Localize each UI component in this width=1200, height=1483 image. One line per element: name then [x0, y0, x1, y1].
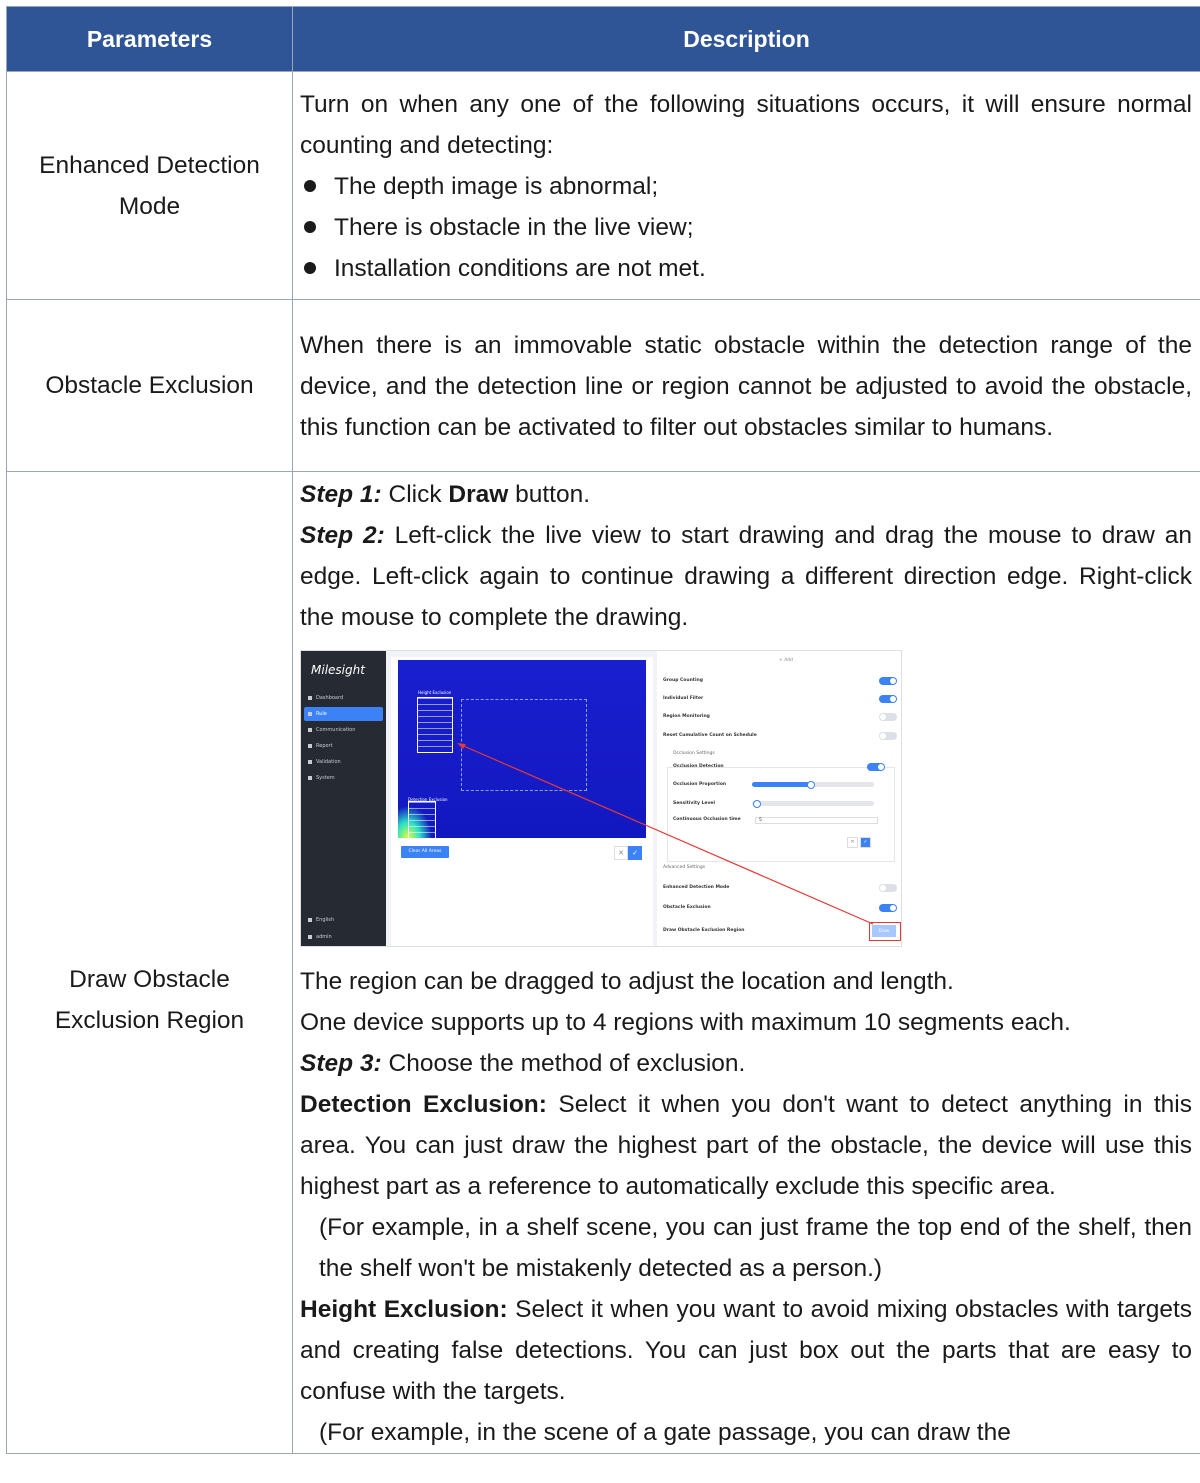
description-cell: Turn on when any one of the following si…: [292, 71, 1200, 300]
support-note: One device supports up to 4 regions with…: [300, 1009, 1071, 1036]
list-item: There is obstacle in the live view;: [300, 207, 1192, 248]
list-item: Installation conditions are not met.: [300, 248, 1192, 289]
step2: Step 2: Left-click the live view to star…: [300, 522, 1192, 631]
description-cell: When there is an immovable static obstac…: [292, 299, 1200, 472]
list-item: The depth image is abnormal;: [300, 166, 1192, 207]
bullet-list: The depth image is abnormal; There is ob…: [300, 166, 1192, 289]
bullet-icon: [304, 221, 316, 233]
description-cell: Step 1: Click Draw button. Step 2: Left-…: [292, 471, 1200, 1454]
header-parameters: Parameters: [6, 6, 293, 72]
param-line: Exclusion Region: [54, 1007, 245, 1034]
param-line: Mode: [118, 192, 181, 220]
param-line: Obstacle Exclusion: [45, 372, 254, 399]
drag-note: The region can be dragged to adjust the …: [300, 968, 954, 995]
header-description: Description: [292, 6, 1200, 72]
step1: Step 1: Click Draw button.: [300, 481, 591, 508]
bullet-icon: [304, 180, 316, 192]
parameter-table: Parameters Description Enhanced Detectio…: [6, 6, 1200, 1454]
description-intro: Turn on when any one of the following si…: [300, 91, 1192, 159]
table-row: Draw Obstacle Exclusion Region Step 1: C…: [6, 471, 1200, 1454]
height-example: (For example, in the scene of a gate pas…: [319, 1419, 1011, 1446]
param-cell: Obstacle Exclusion: [6, 299, 293, 472]
height-exclusion-text: Height Exclusion: Select it when you wan…: [300, 1296, 1192, 1405]
table-header-row: Parameters Description: [6, 6, 1200, 72]
ui-screenshot: Milesight Dashboard Rule Communication R…: [300, 650, 902, 947]
bullet-icon: [304, 262, 316, 274]
param-line: Enhanced Detection: [39, 151, 260, 179]
description-text: When there is an immovable static obstac…: [300, 332, 1192, 441]
detection-example: (For example, in a shelf scene, you can …: [319, 1214, 1192, 1282]
param-cell: Enhanced Detection Mode: [6, 71, 293, 300]
param-line: Draw Obstacle: [69, 966, 230, 993]
step3: Step 3: Choose the method of exclusion.: [300, 1050, 746, 1077]
table-row: Obstacle Exclusion When there is an immo…: [6, 299, 1200, 472]
param-cell: Draw Obstacle Exclusion Region: [6, 471, 293, 1454]
table-row: Enhanced Detection Mode Turn on when any…: [6, 71, 1200, 300]
detection-exclusion-text: Detection Exclusion: Select it when you …: [300, 1091, 1192, 1200]
arrow-icon: [457, 743, 874, 925]
